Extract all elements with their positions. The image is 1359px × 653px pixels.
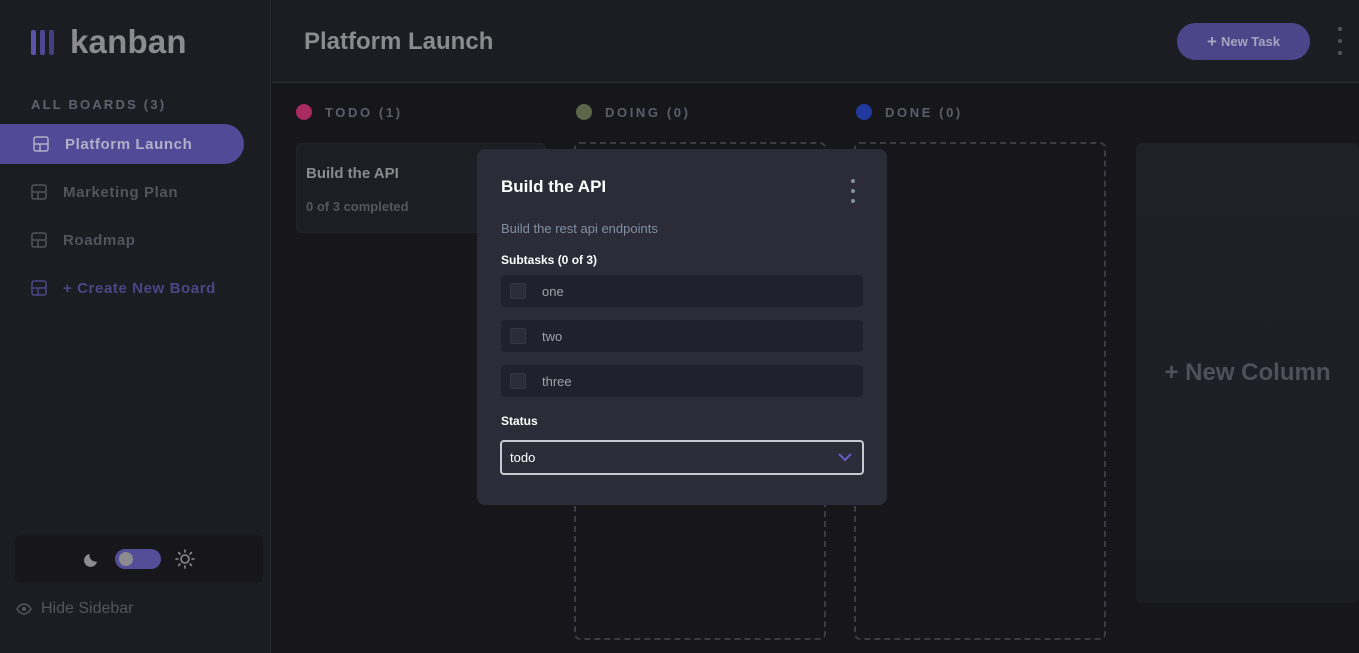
subtask-item[interactable]: two xyxy=(501,320,863,352)
column-header-done: DONE (0) xyxy=(856,104,963,120)
column-color-dot xyxy=(296,104,312,120)
board-icon xyxy=(31,280,47,296)
subtask-label: two xyxy=(542,328,563,344)
sidebar-item-platform-launch[interactable]: Platform Launch xyxy=(0,124,244,164)
column-color-dot xyxy=(576,104,592,120)
subtask-checkbox[interactable] xyxy=(510,373,526,389)
sidebar-item-marketing-plan[interactable]: Marketing Plan xyxy=(0,172,244,212)
top-header: Platform Launch + New Task xyxy=(272,0,1359,83)
new-column-button[interactable]: + New Column xyxy=(1136,143,1359,603)
sun-icon xyxy=(175,549,195,569)
board-menu-icon[interactable] xyxy=(1335,24,1345,58)
board-icon xyxy=(31,184,47,200)
column-header-doing: DOING (0) xyxy=(576,104,691,120)
hide-sidebar-button[interactable]: Hide Sidebar xyxy=(15,600,134,618)
theme-toggle xyxy=(15,535,263,583)
subtask-checkbox[interactable] xyxy=(510,328,526,344)
sidebar-item-label: Roadmap xyxy=(63,231,136,249)
task-menu-icon[interactable] xyxy=(849,177,857,205)
sidebar: kanban ALL BOARDS (3) Platform Launch Ma… xyxy=(0,0,271,653)
create-new-board-button[interactable]: + Create New Board xyxy=(0,268,244,308)
status-select[interactable]: todo xyxy=(500,440,864,475)
logo-icon xyxy=(31,29,54,55)
chevron-down-icon xyxy=(838,453,852,462)
column-title: DONE (0) xyxy=(885,104,963,120)
logo-text: kanban xyxy=(70,23,187,60)
app-logo: kanban xyxy=(31,23,187,60)
subtask-label: three xyxy=(542,373,572,389)
column-header-todo: TODO (1) xyxy=(296,104,403,120)
column-drop-zone-done[interactable] xyxy=(854,142,1106,640)
column-title: TODO (1) xyxy=(325,104,403,120)
create-new-board-label: + Create New Board xyxy=(63,279,216,297)
column-title: DOING (0) xyxy=(605,104,691,120)
theme-switch[interactable] xyxy=(115,549,161,569)
moon-icon xyxy=(84,554,97,567)
page-title: Platform Launch xyxy=(304,28,494,55)
subtasks-heading: Subtasks (0 of 3) xyxy=(501,253,598,267)
subtask-checkbox[interactable] xyxy=(510,283,526,299)
modal-title: Build the API xyxy=(501,177,607,196)
plus-icon: + xyxy=(1207,31,1217,51)
subtask-item[interactable]: three xyxy=(501,365,863,397)
board-icon xyxy=(33,136,49,152)
task-description: Build the rest api endpoints xyxy=(501,221,658,236)
subtask-item[interactable]: one xyxy=(501,275,863,307)
sidebar-item-label: Platform Launch xyxy=(65,135,193,153)
column-color-dot xyxy=(856,104,872,120)
sidebar-item-label: Marketing Plan xyxy=(63,183,179,201)
subtask-label: one xyxy=(542,283,564,299)
all-boards-heading: ALL BOARDS (3) xyxy=(31,97,167,112)
sidebar-item-roadmap[interactable]: Roadmap xyxy=(0,220,244,260)
add-new-task-button[interactable]: + New Task xyxy=(1177,23,1310,60)
status-heading: Status xyxy=(501,414,538,428)
switch-knob xyxy=(119,552,133,566)
status-value: todo xyxy=(510,450,536,465)
board-icon xyxy=(31,232,47,248)
eye-slash-icon xyxy=(16,603,32,615)
task-card-title: Build the API xyxy=(306,165,399,182)
hide-sidebar-label: Hide Sidebar xyxy=(41,600,134,617)
task-detail-modal: Build the API Build the rest api endpoin… xyxy=(477,149,887,505)
new-task-label: New Task xyxy=(1220,34,1280,49)
task-card-subtask-count: 0 of 3 completed xyxy=(306,199,409,214)
